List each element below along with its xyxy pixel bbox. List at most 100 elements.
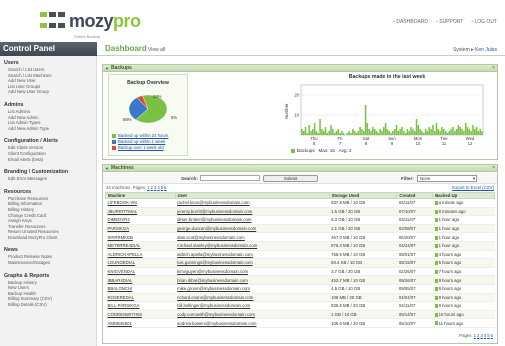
bar [461, 129, 463, 135]
user-cell[interactable]: richard.evans@mybusinessdomain.com [175, 293, 330, 303]
table-row[interactable]: BILL-PARSIKGA bill.bellinger@mybusinessdo… [105, 301, 495, 311]
page-link[interactable]: 2 [151, 185, 153, 190]
page-link[interactable]: 5 [161, 185, 163, 190]
sidebar-item[interactable]: Maintenance/Outages [4, 260, 92, 266]
user-cell[interactable]: brian.ibbar@mybusinessdomain.com [175, 275, 330, 285]
status-indicator-icon [434, 218, 438, 223]
sidebar-item[interactable]: Add New User Group [4, 89, 92, 95]
machine-cell[interactable]: KNIGVENDAL [105, 267, 176, 277]
filter-select[interactable]: None ▾ [417, 175, 477, 182]
bar [408, 131, 410, 135]
machine-cell[interactable]: PARSIKGA [105, 224, 176, 234]
user-cell[interactable]: jeremy.burritt@mybusinessdomain.com [175, 207, 330, 217]
submit-button[interactable]: Submit [263, 175, 318, 182]
page-link[interactable]: 3 [154, 185, 156, 190]
user-cell[interactable]: aldrich.apella@mybusinessdomain.com [175, 250, 330, 260]
logout-link[interactable]: LOG OUT [471, 19, 497, 25]
sidebar-item[interactable]: Billing Details (CSV) [4, 302, 92, 308]
table-row[interactable]: CODRENWITH93 cody.corrowith@mybusinessdom… [105, 310, 495, 320]
page-link[interactable]: 3 [480, 333, 482, 338]
table-row[interactable]: JBURRITTMAL jeremy.burritt@mybusinessdoma… [105, 207, 495, 217]
storage-cell: 876.3 MB / 10 GB [329, 241, 397, 251]
close-icon[interactable]: × [492, 65, 495, 72]
search-input[interactable] [200, 175, 260, 181]
dashboard-link[interactable]: DASHBOARD [393, 19, 428, 25]
bar [419, 129, 421, 135]
storage-cell: 108 MB / 20 GB [329, 293, 397, 303]
bar [332, 129, 334, 135]
page-link[interactable]: 1 [474, 333, 476, 338]
page-link[interactable]: 4 [484, 333, 486, 338]
table-row[interactable]: ALDRICHAPELLA aldrich.apella@mybusinessdo… [105, 250, 495, 260]
bar [392, 131, 394, 135]
user-cell[interactable]: luis.gunnings@mybusinessdomain.com [175, 258, 330, 268]
user-cell[interactable]: rachel.knox@mybusinessdomain.com [175, 198, 330, 208]
machine-cell[interactable]: JBURRITTMAL [105, 207, 176, 217]
machine-cell[interactable]: ROSEREDAL [105, 293, 176, 303]
machine-cell[interactable]: DIMEDVR4 [105, 215, 176, 225]
machine-cell[interactable]: LGUNOEDIAL [105, 258, 176, 268]
machine-cell[interactable]: AMDB45601 [105, 318, 176, 328]
page-link[interactable]: 6 [491, 333, 493, 338]
page-link[interactable]: 5 [487, 333, 489, 338]
status-indicator-icon [434, 312, 438, 317]
user-cell[interactable]: alan.scot@mybusinessdomain.com [175, 232, 330, 242]
view-all-link[interactable]: View all [148, 47, 165, 53]
table-row[interactable]: METERRE4DIAL michael.stanley@mybusinessdo… [105, 241, 495, 251]
collapse-icon[interactable]: ▼ [105, 165, 109, 172]
table-row[interactable]: LIFEBOOK-VM rachel.knox@mybusinessdomain.… [105, 198, 495, 208]
machines-panel-header[interactable]: ▼ Machines × [103, 165, 497, 172]
page-link[interactable]: 1 [147, 185, 149, 190]
bar [333, 133, 336, 135]
storage-cell: 2.1 GB / 20 GB [329, 224, 397, 234]
table-row[interactable]: KNIGVENDAL kimvguyen@mybusinessdomain.com… [105, 267, 495, 277]
legend-item-old[interactable]: Backup over 1 week old [112, 145, 168, 151]
page-link[interactable]: 6 [164, 185, 166, 190]
collapse-icon[interactable]: ▼ [105, 65, 109, 72]
page-link[interactable]: 4 [157, 185, 159, 190]
machine-cell[interactable]: SPIRRMKEB [105, 232, 176, 242]
user-cell[interactable]: bill.bellinger@mybusinessdomain.com [175, 301, 330, 311]
bar [446, 133, 449, 135]
sidebar-section: Resources Purchase Resources Billing Infor… [4, 189, 92, 241]
sidebar-item[interactable]: Add New Admin Type [4, 126, 92, 132]
created-cell: 02/26/07 [396, 267, 433, 277]
machine-cell[interactable]: CODRENWITH93 [105, 310, 176, 320]
sidebar-item[interactable]: Edit Error Messages [4, 176, 92, 182]
backed-up-cell: 8 minutes ago [432, 207, 495, 217]
user-cell[interactable]: mike.groom@mybusinessdomain.com [175, 284, 330, 294]
table-row[interactable]: AMDB45601 andrew.bowers@mybusinessdomain.… [105, 318, 495, 328]
table-row[interactable]: DIMEDVR4 dimer.broker@mybusinessdomain.co… [105, 215, 495, 225]
table-row[interactable]: SPIRRMKEB alan.scot@mybusinessdomain.com 4… [105, 232, 495, 242]
user-cell[interactable]: dimer.broker@mybusinessdomain.com [175, 215, 330, 225]
user-cell[interactable]: cody.corrowith@mybusinessdomain.com [175, 310, 330, 320]
table-row[interactable]: LGUNOEDIAL luis.gunnings@mybusinessdomain… [105, 258, 495, 268]
table-row[interactable]: IBBAR4DIAL brian.ibbar@mybusinessdomain.c… [105, 275, 495, 285]
machine-cell[interactable]: ALDRICHAPELLA [105, 250, 176, 260]
header: mozypro Online Backup DASHBOARD SUPPORT … [0, 0, 505, 42]
support-link[interactable]: SUPPORT [436, 19, 463, 25]
status-indicator-icon [434, 278, 438, 283]
machine-cell[interactable]: BILL-PARSIKGA [105, 301, 176, 311]
user-link[interactable]: Ken Jules [475, 47, 497, 53]
logo-subtitle: Online Backup [74, 34, 101, 39]
sidebar-item[interactable]: Download MozyPro Client [4, 235, 92, 241]
table-row[interactable]: PARSIKGA george.duncan@mybusinessdomain.c… [105, 224, 495, 234]
sidebar-item[interactable]: Email Alerts (beta) [4, 157, 92, 163]
machine-cell[interactable]: IBBAR4DIAL [105, 275, 176, 285]
bar [413, 131, 416, 135]
sidebar-heading: Configuration / Alerts [4, 138, 58, 145]
user-cell[interactable]: andrew.bowers@mybusinessdomain.com [175, 318, 330, 328]
export-csv-link[interactable]: Export to Excel (CSV) [452, 185, 494, 190]
mozypro-logo[interactable]: mozypro Online Backup [40, 11, 141, 39]
table-row[interactable]: BBALONCHI mike.groom@mybusinessdomain.com… [105, 284, 495, 294]
user-cell[interactable]: george.duncan@mybusinessdomain.com [175, 224, 330, 234]
machine-cell[interactable]: METERRE4DIAL [105, 241, 176, 251]
machine-cell[interactable]: LIFEBOOK-VM [105, 198, 176, 208]
user-cell[interactable]: michael.stanley@mybusinessdomain.com [175, 241, 330, 251]
user-cell[interactable]: kimvguyen@mybusinessdomain.com [175, 267, 330, 277]
table-row[interactable]: ROSEREDAL richard.evans@mybusinessdomain.… [105, 293, 495, 303]
close-icon[interactable]: × [492, 165, 495, 172]
backups-panel-header[interactable]: ▼ Backups × [103, 65, 497, 72]
machine-cell[interactable]: BBALONCHI [105, 284, 176, 294]
